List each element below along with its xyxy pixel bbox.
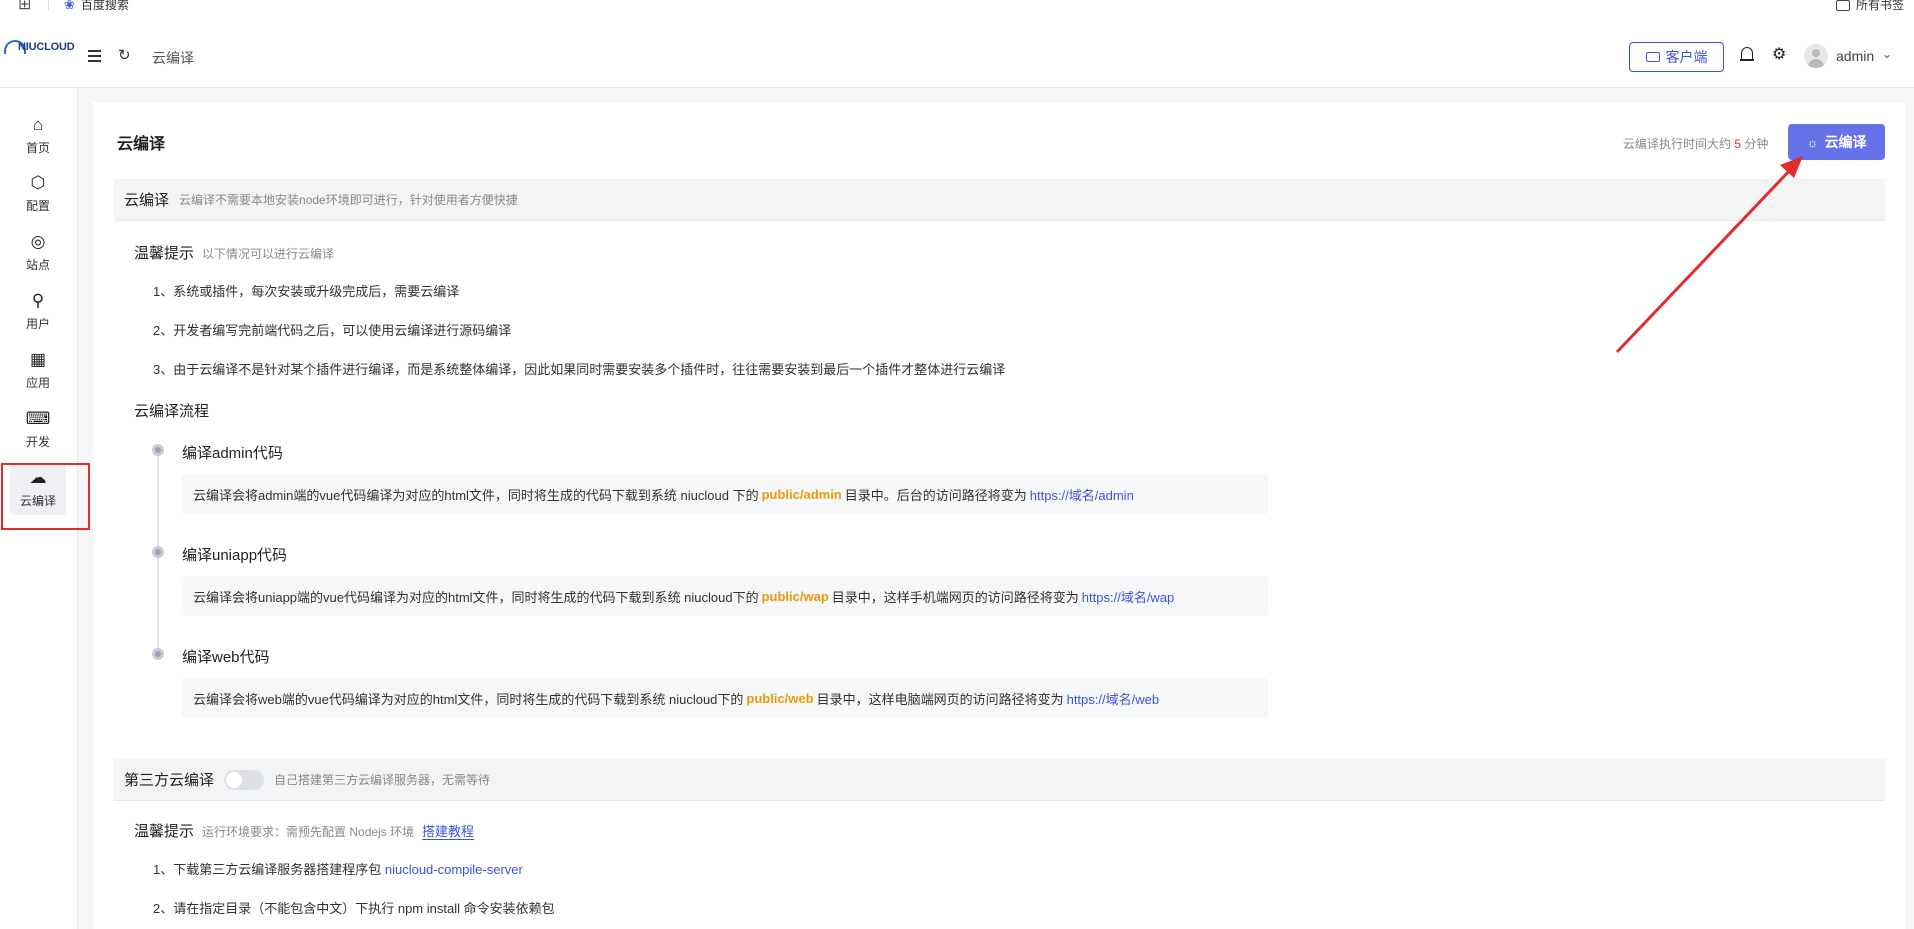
flow-desc-text: 目录中。后台的访问路径将变为: [844, 487, 1027, 503]
sidebar-item-label: 首页: [25, 141, 50, 155]
all-bookmarks[interactable]: 所有书签: [1835, 0, 1904, 13]
section-cloud-compile-header: 云编译 云编译不需要本地安装node环境即可进行，针对使用者方便快捷: [114, 179, 1885, 221]
flow-url-link[interactable]: https://域名/wap: [1082, 587, 1174, 606]
flow-desc-text: 云编译会将web端的vue代码编译为对应的html文件，同时将生成的代码下载到系…: [193, 691, 744, 707]
dev-icon: ⌨: [25, 409, 51, 428]
sidebar-item-label: 用户: [25, 317, 50, 331]
flow-step-desc: 云编译会将web端的vue代码编译为对应的html文件，同时将生成的代码下载到系…: [182, 678, 1268, 718]
exec-time-hint: 云编译执行时间大约 5 分钟: [1623, 135, 1768, 152]
config-icon: ⬡: [30, 173, 46, 192]
sidebar-item-site[interactable]: ◎ 站点: [10, 227, 66, 279]
timeline-dot: [152, 546, 164, 558]
flow-desc-text: 云编译会将admin端的vue代码编译为对应的html文件，同时将生成的代码下载…: [193, 487, 759, 503]
section-desc: 自己搭建第三方云编译服务器，无需等待: [274, 773, 491, 787]
sidebar-item-label: 开发: [25, 435, 50, 449]
home-icon: ⌂: [32, 115, 44, 134]
flow-step-desc: 云编译会将uniapp端的vue代码编译为对应的html文件，同时将生成的代码下…: [182, 576, 1268, 616]
all-bookmarks-label: 所有书签: [1855, 0, 1904, 12]
download-link[interactable]: niucloud-compile-server: [385, 862, 523, 877]
baidu-icon: ❀: [64, 0, 75, 12]
third-party-toggle[interactable]: [224, 769, 265, 790]
flow-path: public/admin: [761, 486, 842, 502]
flow-url-link[interactable]: https://域名/web: [1067, 689, 1159, 708]
bell-icon[interactable]: [1740, 47, 1754, 63]
sidebar-item-dev[interactable]: ⌨ 开发: [10, 404, 66, 456]
tips-heading: 温馨提示 以下情况可以进行云编译: [134, 242, 334, 263]
username[interactable]: admin: [1836, 48, 1874, 64]
cloud-compile-button[interactable]: ☼ 云编译: [1788, 124, 1885, 160]
bookmark-baidu[interactable]: ❀ 百度搜索: [64, 0, 129, 13]
breadcrumb: 云编译: [152, 50, 194, 66]
monitor-icon: [1645, 52, 1660, 62]
sidebar-item-apps[interactable]: ▦ 应用: [10, 345, 66, 397]
timeline-dot: [152, 444, 164, 456]
sidebar-item-label: 应用: [25, 376, 50, 390]
flow-desc-text: 目录中，这样电脑端网页的访问路径将变为: [816, 691, 1064, 707]
sidebar-item-user[interactable]: ⚲ 用户: [10, 286, 66, 338]
flow-step-title: 编译uniapp代码: [182, 547, 288, 564]
avatar[interactable]: [1804, 44, 1828, 68]
exec-hint-number: 5: [1734, 137, 1742, 151]
flow-desc-text: 云编译会将uniapp端的vue代码编译为对应的html文件，同时将生成的代码下…: [193, 589, 759, 605]
folder-icon: [1835, 0, 1850, 11]
tips-subtitle: 以下情况可以进行云编译: [202, 247, 335, 261]
bookmark-label: 百度搜索: [80, 0, 129, 12]
tips-title: 温馨提示: [134, 245, 195, 262]
sidebar-item-home[interactable]: ⌂ 首页: [10, 110, 66, 162]
apps-icon: ▦: [29, 350, 47, 369]
apps-grid-icon[interactable]: ⊞: [18, 0, 31, 14]
menu-toggle-icon[interactable]: [88, 50, 101, 65]
client-button[interactable]: 客户端: [1629, 42, 1724, 72]
sidebar-item-config[interactable]: ⬡ 配置: [10, 168, 66, 220]
flow-desc-text: 目录中，这样手机端网页的访问路径将变为: [831, 589, 1079, 605]
logo-text: NIUCLOUD: [18, 41, 75, 53]
tip-item: 1、系统或插件，每次安装或升级完成后，需要云编译: [153, 284, 460, 299]
sun-icon: ☼: [1806, 134, 1819, 150]
sidebar-item-label: 配置: [25, 199, 50, 213]
refresh-icon[interactable]: ↻: [118, 46, 131, 64]
section-desc: 云编译不需要本地安装node环境即可进行，针对使用者方便快捷: [179, 193, 518, 207]
flow-step-desc: 云编译会将admin端的vue代码编译为对应的html文件，同时将生成的代码下载…: [182, 474, 1268, 514]
tips-subtitle: 运行环境要求：需预先配置 Nodejs 环境: [202, 825, 415, 839]
flow-step-title: 编译admin代码: [182, 445, 283, 462]
logo[interactable]: NIUCLOUD: [4, 40, 75, 54]
tips-heading: 温馨提示 运行环境要求：需预先配置 Nodejs 环境 搭建教程: [134, 820, 475, 841]
top-header: NIUCLOUD ↻ 云编译 客户端 ⚙ admin ⌄: [0, 14, 1914, 88]
timeline-dot: [152, 648, 164, 660]
step-item: 1、下载第三方云编译服务器搭建程序包 niucloud-compile-serv…: [153, 859, 523, 878]
chevron-down-icon[interactable]: ⌄: [1882, 47, 1892, 61]
tips-title: 温馨提示: [134, 823, 195, 840]
sidebar-item-label: 站点: [25, 258, 50, 272]
section-third-party-header: 第三方云编译 自己搭建第三方云编译服务器，无需等待: [114, 759, 1885, 801]
gear-icon[interactable]: ⚙: [1772, 47, 1786, 63]
user-icon: ⚲: [31, 291, 45, 310]
location-icon: ◎: [30, 232, 46, 251]
annotation-highlight-box: [1, 463, 90, 530]
step-item: 2、请在指定目录（不能包含中文）下执行 npm install 命令安装依赖包: [153, 901, 555, 916]
cloud-compile-button-label: 云编译: [1824, 134, 1867, 150]
flow-url-link[interactable]: https://域名/admin: [1030, 485, 1134, 504]
exec-hint-prefix: 云编译执行时间大约: [1623, 137, 1732, 151]
timeline-line: [157, 454, 159, 550]
timeline-line: [157, 556, 159, 652]
client-button-label: 客户端: [1665, 49, 1708, 65]
flow-path: public/wap: [761, 588, 829, 604]
main-content: 云编译 云编译执行时间大约 5 分钟 ☼ 云编译 云编译 云编译不需要本地安装n…: [93, 102, 1905, 929]
section-title: 第三方云编译: [124, 772, 215, 789]
flow-heading: 云编译流程: [134, 403, 210, 420]
exec-hint-suffix: 分钟: [1744, 137, 1769, 151]
section-title: 云编译: [124, 192, 170, 209]
flow-step-title: 编译web代码: [182, 649, 270, 666]
tutorial-link[interactable]: 搭建教程: [422, 824, 475, 840]
bookmarks-divider: [48, 0, 49, 10]
flow-path: public/web: [746, 690, 814, 706]
step-text: 1、下载第三方云编译服务器搭建程序包: [153, 862, 382, 877]
bookmarks-bar: ⊞ ❀ 百度搜索 所有书签: [0, 0, 1914, 14]
page-title: 云编译: [117, 136, 166, 153]
tip-item: 3、由于云编译不是针对某个插件进行编译，而是系统整体编译，因此如果同时需要安装多…: [153, 362, 1006, 377]
tip-item: 2、开发者编写完前端代码之后，可以使用云编译进行源码编译: [153, 323, 512, 338]
